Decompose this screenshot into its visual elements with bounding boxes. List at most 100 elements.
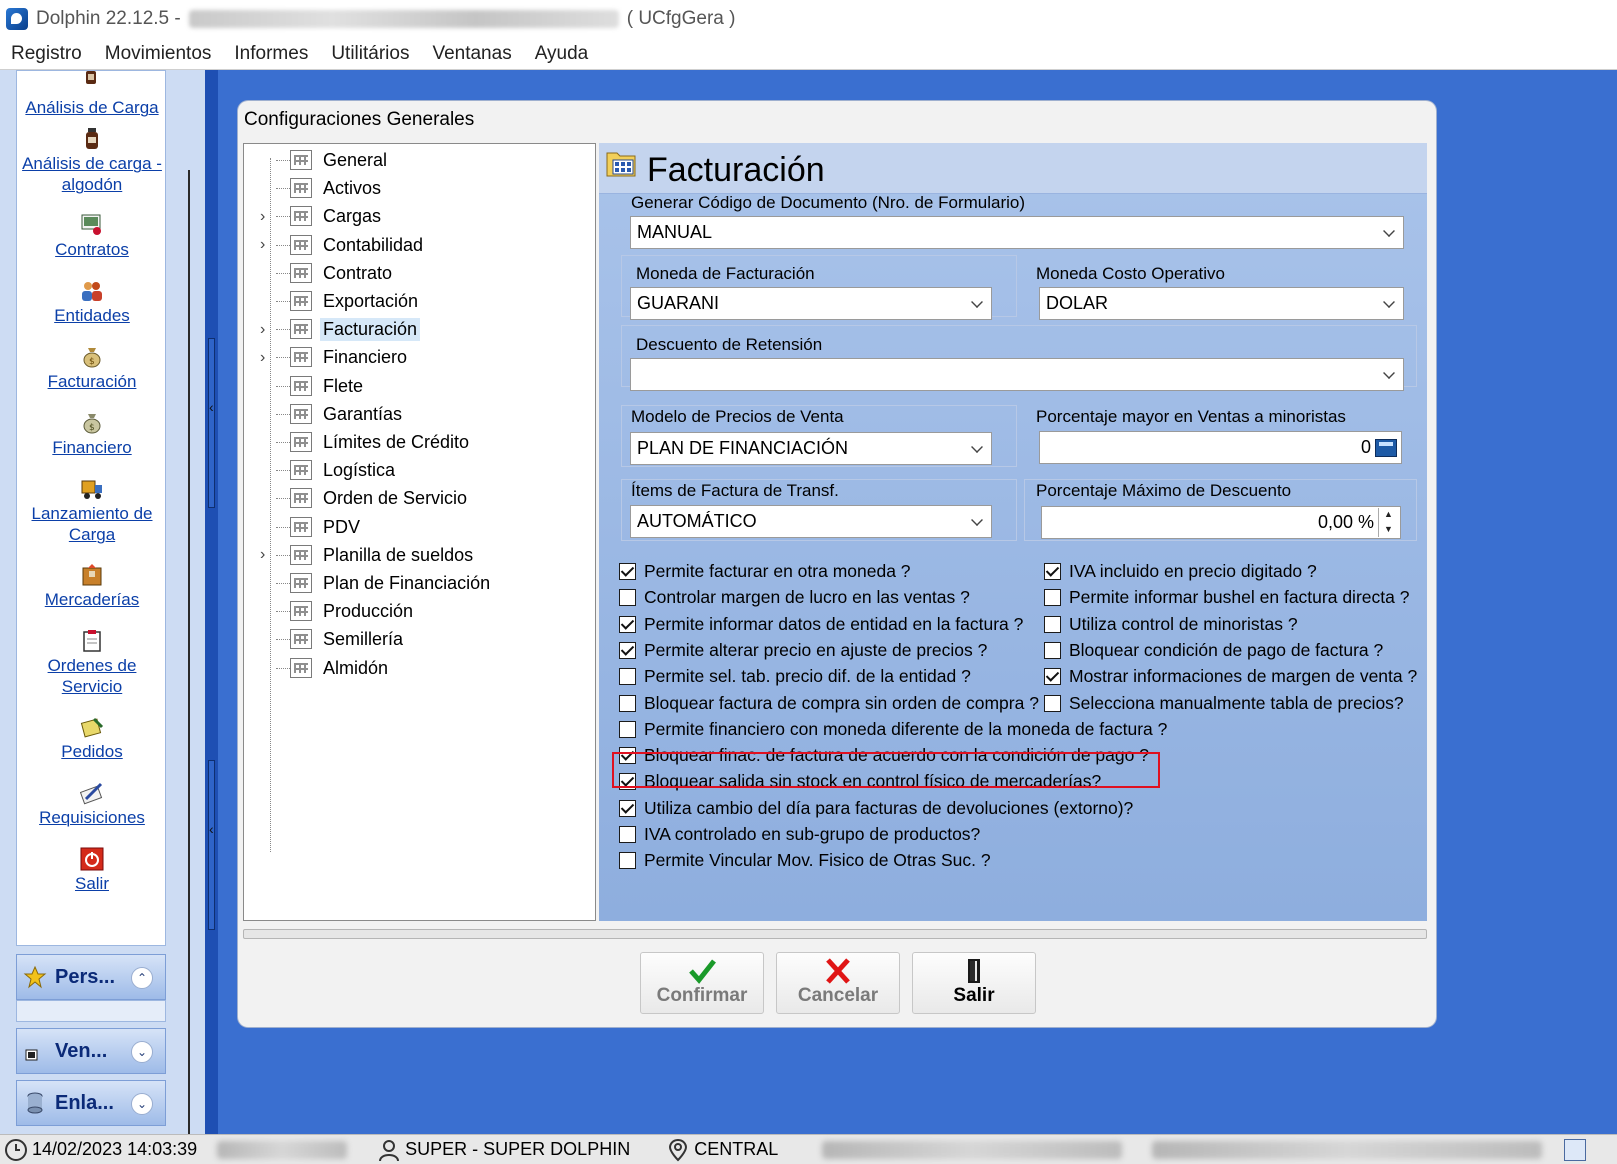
nav-item-contratos[interactable]: Contratos (17, 213, 167, 260)
menu-ventanas[interactable]: Ventanas (432, 43, 511, 65)
confirm-button[interactable]: Confirmar (640, 952, 764, 1014)
moneda-costo-value: DOLAR (1046, 293, 1109, 313)
items-factura-value: AUTOMÁTICO (637, 511, 757, 531)
checkbox-option[interactable]: Controlar margen de lucro en las ventas … (619, 587, 970, 608)
porc-mayor-input[interactable]: 0 (1039, 431, 1402, 464)
items-factura-select[interactable]: AUTOMÁTICO (630, 505, 992, 538)
chevron-right-icon[interactable]: › (260, 349, 274, 367)
checkbox-label: Mostrar informaciones de margen de venta… (1069, 666, 1418, 687)
nav-group-ventanas[interactable]: Ven... ⌄ (16, 1028, 166, 1074)
modelo-precios-select[interactable]: PLAN DE FINANCIACIÓN (630, 432, 992, 465)
chevron-down-icon[interactable]: ⌄ (131, 1041, 153, 1063)
checkbox[interactable] (1044, 641, 1061, 659)
spin-up-icon[interactable]: ▲ (1379, 508, 1398, 523)
cancel-button[interactable]: Cancelar (776, 952, 900, 1014)
grid-icon (290, 375, 312, 396)
checkbox[interactable] (619, 694, 636, 712)
menu-informes[interactable]: Informes (234, 43, 308, 65)
checkbox-option[interactable]: Selecciona manualmente tabla de precios? (1044, 693, 1404, 714)
svg-text:$: $ (89, 357, 95, 367)
menu-registro[interactable]: Registro (11, 43, 82, 65)
calculator-icon[interactable] (1375, 438, 1397, 457)
checkbox[interactable] (619, 641, 636, 659)
checkbox-option[interactable]: Utiliza cambio del día para facturas de … (619, 798, 1133, 819)
checkbox-option[interactable]: Permite sel. tab. precio dif. de la enti… (619, 666, 971, 687)
menu-utilitarios[interactable]: Utilitários (331, 43, 409, 65)
spin-down-icon[interactable]: ▼ (1379, 523, 1398, 538)
nav-item-ordenes-servicio[interactable]: Ordenes de Servicio (17, 629, 167, 697)
menu-ayuda[interactable]: Ayuda (535, 43, 589, 65)
tree-item-label: Activos (323, 178, 382, 199)
navigation-scrollbar[interactable] (188, 170, 194, 1164)
checkbox-label: Utiliza control de minoristas ? (1069, 613, 1298, 634)
dialog-title: Configuraciones Generales (244, 109, 475, 130)
chevron-down-icon[interactable]: ⌄ (131, 1093, 153, 1115)
chevron-right-icon[interactable]: › (260, 321, 274, 339)
porc-max-desc-value: 0,00 % (1317, 512, 1374, 532)
status-datetime: 14/02/2023 14:03:39 (4, 1138, 197, 1162)
nav-item-lanzamiento-carga[interactable]: Lanzamiento de Carga (17, 477, 167, 545)
exit-button[interactable]: Salir (912, 952, 1036, 1014)
chevron-right-icon[interactable]: › (260, 236, 274, 254)
nav-item-entidades[interactable]: Entidades (17, 279, 167, 326)
porc-max-desc-input[interactable]: 0,00 % ▲ ▼ (1041, 506, 1401, 539)
nav-item-salir[interactable]: Salir (17, 847, 167, 894)
splitter-grip-bottom[interactable]: ‹ (208, 760, 215, 930)
checkbox-label: Permite sel. tab. precio dif. de la enti… (644, 666, 971, 687)
checkbox[interactable] (619, 615, 636, 633)
nav-item-label: Contratos (55, 240, 129, 259)
tree-connector (276, 498, 290, 500)
moneda-fact-select[interactable]: GUARANI (630, 287, 992, 320)
checkbox[interactable] (619, 799, 636, 817)
moneda-fact-value: GUARANI (637, 293, 720, 313)
checkbox-option[interactable]: Permite financiero con moneda diferente … (619, 719, 1167, 740)
checkbox-option[interactable]: Permite Vincular Mov. Fisico de Otras Su… (619, 850, 991, 871)
descuento-ret-select[interactable] (630, 358, 1404, 391)
nav-item-analisis-carga[interactable]: Análisis de Carga (17, 97, 167, 118)
chevron-up-icon[interactable]: ⌃ (131, 967, 153, 989)
checkbox[interactable] (619, 720, 636, 738)
checkbox-option[interactable]: IVA incluido en precio digitado ? (1044, 561, 1317, 582)
nav-item-facturacion[interactable]: $ Facturación (17, 345, 167, 392)
folder-grid-icon (606, 152, 636, 177)
checkbox-option[interactable]: Bloquear factura de compra sin orden de … (619, 693, 1039, 714)
chevron-right-icon[interactable]: › (260, 546, 274, 564)
checkbox-option[interactable]: Permite informar datos de entidad en la … (619, 614, 1023, 635)
nav-group-enlaces[interactable]: Enla... ⌄ (16, 1080, 166, 1126)
checkbox[interactable] (619, 563, 636, 580)
nav-item-analisis-algodon[interactable]: Análisis de carga - algodón (17, 127, 167, 195)
checkbox[interactable] (1044, 668, 1061, 686)
checkbox[interactable] (619, 589, 636, 607)
checkbox[interactable] (1044, 589, 1061, 607)
menu-movimientos[interactable]: Movimientos (105, 43, 212, 65)
modelo-precios-label: Modelo de Precios de Venta (631, 407, 844, 426)
checkbox-option[interactable]: Mostrar informaciones de margen de venta… (1044, 666, 1417, 687)
moneda-costo-select[interactable]: DOLAR (1039, 287, 1404, 320)
checkbox-option[interactable]: IVA controlado en sub-grupo de productos… (619, 824, 980, 845)
panel-splitter[interactable]: ‹ ‹ (205, 70, 218, 1134)
checkbox-option[interactable]: Utiliza control de minoristas ? (1044, 614, 1298, 635)
nav-item-pedidos[interactable]: Pedidos (17, 715, 167, 762)
codigo-doc-select[interactable]: MANUAL (630, 216, 1404, 249)
chevron-right-icon[interactable]: › (260, 208, 274, 226)
checkbox[interactable] (619, 852, 636, 870)
nav-item-requisiciones[interactable]: Requisiciones (17, 781, 167, 828)
splitter-grip-top[interactable]: ‹ (208, 338, 215, 508)
checkbox-option[interactable]: Permite alterar precio en ajuste de prec… (619, 640, 987, 661)
checkbox[interactable] (1044, 694, 1061, 712)
chevron-down-icon (971, 296, 983, 308)
checkbox-option[interactable]: Permite facturar en otra moneda ? (619, 561, 911, 582)
checkbox-option[interactable]: Permite informar bushel en factura direc… (1044, 587, 1409, 608)
checkbox[interactable] (619, 826, 636, 843)
percent-spinner[interactable]: ▲ ▼ (1378, 508, 1398, 537)
checkbox-option[interactable]: Bloquear condición de pago de factura ? (1044, 640, 1383, 661)
checkbox[interactable] (1044, 563, 1061, 580)
nav-group-personal[interactable]: Pers... ⌃ (16, 954, 166, 1000)
checkbox[interactable] (1044, 615, 1061, 633)
nav-item-financiero[interactable]: $ Financiero (17, 411, 167, 458)
collapse-arrow-icon: ‹ (209, 821, 214, 837)
info-icon[interactable] (1564, 1138, 1587, 1161)
nav-item-mercaderias[interactable]: Mercaderías (17, 563, 167, 610)
checkbox[interactable] (619, 668, 636, 686)
tree-item-label: Orden de Servicio (323, 488, 468, 509)
